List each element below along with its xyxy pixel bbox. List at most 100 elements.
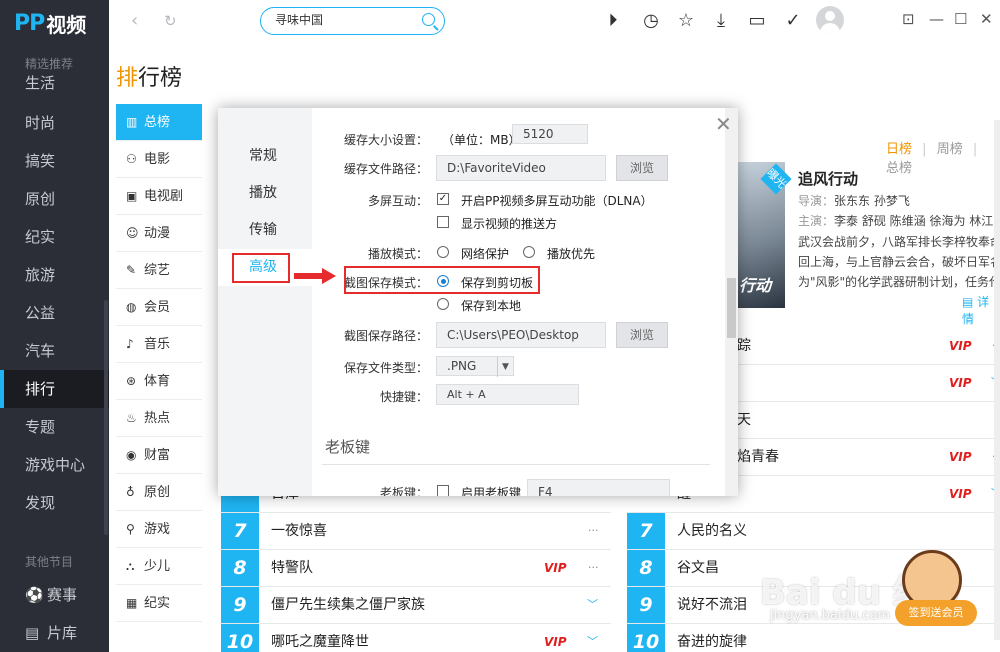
sidebar-scrollbar[interactable] [104,300,108,535]
maximize-icon[interactable]: ☐ [954,10,967,28]
category-kids[interactable]: ⛬ 少儿 [116,548,202,585]
settings-tab-general[interactable]: 常规 [218,138,312,175]
category-sports[interactable]: ⊛ 体育 [116,363,202,400]
category-music[interactable]: ♪ 音乐 [116,326,202,363]
boss-key-checkbox[interactable] [437,485,449,496]
dlna-checkbox[interactable]: ✓ [437,193,449,205]
doc-icon: ▦ [126,596,138,610]
refresh-icon[interactable]: ↻ [164,12,177,30]
sidebar-item-travel[interactable]: 旅游 [0,256,109,294]
play-mode-priority-radio[interactable] [523,246,535,258]
section-divider [322,464,710,465]
file-type-select[interactable]: .PNG ▼ [436,356,514,377]
sidebar-item-ranking[interactable]: 排行 [0,370,109,408]
rank-title: 哪吒之魔童降世 [271,634,369,650]
chevron-down-icon[interactable]: ﹀ [587,624,598,652]
sidebar-item-label: 公益 [25,304,56,322]
search-input[interactable]: 寻味中国 [260,7,445,35]
hotkey-field[interactable]: Alt + A [436,384,579,405]
app-logo[interactable]: PP 视频 [14,8,86,38]
more-icon[interactable]: ··· [588,513,599,549]
sidebar-item-label: 赛事 [47,586,78,604]
category-doc[interactable]: ▦ 纪实 [116,585,202,622]
avatar[interactable] [816,6,844,34]
rank-title: 僵尸先生续集之僵尸家族 [271,597,425,613]
star-icon[interactable]: ☆ [675,10,697,32]
shot-browse-button[interactable]: 浏览 [616,322,668,348]
table-row[interactable]: 10 奋进的旋律 [627,624,997,652]
sidebar-item-auto[interactable]: 汽车 [0,332,109,370]
check-icon[interactable]: ✓ [782,10,804,32]
featured-desc-line: 为"风影"的化学武器研制计划，任务代 [798,275,1000,289]
shot-path-field[interactable]: C:\Users\PEO\Desktop [436,322,606,348]
table-row[interactable]: 9 僵尸先生续集之僵尸家族 ﹀ [221,587,611,624]
sidebar-item-library[interactable]: ▤ 片库 [0,614,109,652]
featured-desc-line: 武汉会战前夕，八路军排长李梓牧奉命返 [798,235,1000,249]
cache-browse-button[interactable]: 浏览 [616,155,668,181]
tv-icon: ▣ [126,189,138,203]
tab-total[interactable]: 总榜 [886,161,912,176]
sidebar-item-original[interactable]: 原创 [0,180,109,218]
sidebar-item-documentary[interactable]: 纪实 [0,218,109,256]
sidebar-item-label: 排行 [25,380,56,398]
boss-key-field[interactable]: F4 [527,479,670,496]
more-icon[interactable]: ··· [588,550,599,586]
poster-title-text: 行动 [739,276,772,295]
director-label: 导演： [798,194,835,208]
category-movie[interactable]: ⚇ 电影 [116,141,202,178]
minimize-icon[interactable]: — [929,10,944,28]
table-row[interactable]: 7 人民的名义 [627,513,997,550]
table-row[interactable]: 10 哪吒之魔童降世 VIP ﹀ [221,624,611,652]
featured-title[interactable]: 追风行动 [798,168,858,189]
settings-scroll-thumb[interactable] [727,278,736,338]
sidebar-item-charity[interactable]: 公益 [0,294,109,332]
play-icon[interactable]: ⏵ [602,10,624,32]
category-anime[interactable]: ☺ 动漫 [116,215,202,252]
category-original[interactable]: ♁ 原创 [116,474,202,511]
category-all[interactable]: ▥ 总榜 [116,104,202,141]
settings-tab-playback[interactable]: 播放 [218,175,312,212]
category-vip[interactable]: ◍ 会员 [116,289,202,326]
category-label: 原创 [144,485,171,500]
message-icon[interactable]: ▭ [746,10,768,32]
back-arrow-icon[interactable]: ‹ [131,10,138,31]
history-icon[interactable]: ◷ [640,10,662,32]
sidebar-item-game-center[interactable]: 游戏中心 [0,446,109,484]
tab-daily[interactable]: 日榜 [886,142,912,157]
play-mode-network-radio[interactable] [437,246,449,258]
search-icon[interactable] [422,13,435,26]
category-variety[interactable]: ✎ 综艺 [116,252,202,289]
table-row[interactable]: 8 特警队 VIP ··· [221,550,611,587]
category-hot[interactable]: ♨ 热点 [116,400,202,437]
sidebar-item-funny[interactable]: 搞笑 [0,142,109,180]
featured-poster[interactable]: 曝光 行动 [733,162,792,308]
cast-label: 主演： [798,214,835,228]
cache-size-select[interactable]: 5120 [512,124,588,144]
sidebar-item-topics[interactable]: 专题 [0,408,109,446]
cache-path-field[interactable]: D:\FavoriteVideo [436,155,606,181]
category-tv[interactable]: ▣ 电视剧 [116,178,202,215]
game-icon: ⚲ [126,522,135,536]
push-checkbox[interactable] [437,216,449,228]
restore-icon[interactable]: ⊡ [902,10,915,28]
close-icon[interactable]: ✕ [980,10,993,28]
sidebar-item-life[interactable]: 生活 [0,68,109,98]
signin-badge[interactable]: 签到送会员 [895,600,977,626]
bar-chart-icon: ▥ [126,115,138,129]
settings-tab-transfer[interactable]: 传输 [218,212,312,249]
sidebar-item-events[interactable]: ⚽ 赛事 [0,576,109,614]
table-row[interactable]: 7 一夜惊喜 ··· [221,513,611,550]
rank-number: 7 [221,513,259,549]
right-scrollbar[interactable] [994,120,1000,640]
dialog-close-icon[interactable]: ✕ [715,112,732,136]
download-icon[interactable]: ⤓ [710,10,732,32]
shot-mode-local-radio[interactable] [437,298,449,310]
tab-weekly[interactable]: 周榜 [937,142,963,157]
vip-badge: VIP [949,376,972,390]
category-game[interactable]: ⚲ 游戏 [116,511,202,548]
chevron-down-icon[interactable]: ﹀ [587,587,598,623]
sidebar-item-fashion[interactable]: 时尚 [0,104,109,142]
sidebar-item-discover[interactable]: 发现 [0,484,109,522]
category-wealth[interactable]: ◉ 财富 [116,437,202,474]
multiscreen-label: 多屏互动： [367,194,428,208]
